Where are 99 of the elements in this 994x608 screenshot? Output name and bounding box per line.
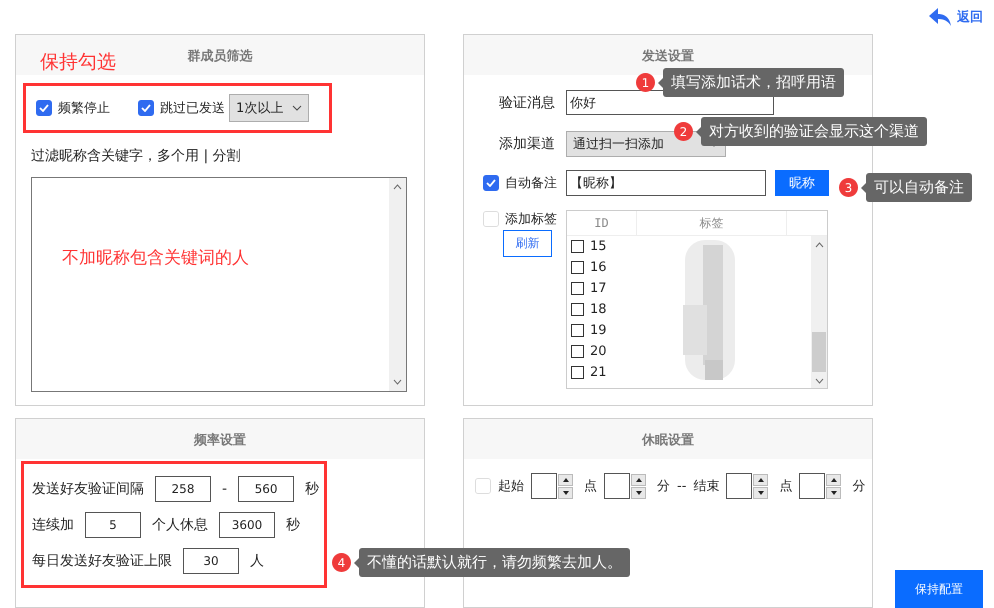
scroll-up-icon[interactable] [814,242,824,248]
checkbox[interactable] [571,366,584,379]
tooltip: 不懂的话默认就行，请勿频繁去加人。 [354,548,630,577]
panel-title: 休眠设置 [642,432,694,449]
scrollbar[interactable] [811,236,827,388]
increment-button[interactable] [631,474,646,486]
down-arrow-icon [758,490,764,494]
refresh-button[interactable]: 刷新 [503,230,552,257]
checkbox-label: 频繁停止 [58,100,110,117]
number-field[interactable]: 258 [155,476,211,502]
scrollbar[interactable] [389,178,406,391]
field-label: -- [677,478,686,494]
down-arrow-icon [830,490,837,494]
check-icon [141,104,151,112]
scroll-down-icon[interactable] [814,378,824,384]
number-field[interactable] [799,473,826,499]
number-field[interactable]: 5 [85,512,141,538]
increment-button[interactable] [753,474,768,486]
checkbox-label: 自动备注 [505,175,557,192]
field-label: 添加渠道 [498,135,556,153]
table-cell: 21 [590,365,607,380]
checkbox[interactable] [138,100,154,116]
column-header: ID [567,211,637,235]
checkbox[interactable] [483,175,499,191]
table-cell: 17 [590,281,607,296]
caret-icon [292,105,302,111]
decrement-button[interactable] [631,486,646,498]
number-field[interactable] [604,473,630,499]
field-label: 分 [852,478,866,495]
table-cell: 20 [590,344,607,359]
checkbox[interactable] [571,282,584,295]
field-label: 人 [250,552,264,570]
number-field[interactable] [726,473,752,499]
keyword-label: 过滤昵称含关键字，多个用 | 分割 [31,147,242,165]
table-cell: 15 [590,239,607,254]
down-arrow-icon [562,490,568,494]
number-field[interactable] [531,473,557,499]
field-label: 每日发送好友验证上限 [32,552,172,570]
up-arrow-icon [636,478,642,482]
number-field[interactable]: 30 [183,548,239,574]
hint-label: 保持勾选 [40,50,116,75]
decrement-button[interactable] [826,486,842,498]
pointer-icon [658,78,663,88]
checkbox[interactable] [571,345,584,358]
checkbox[interactable] [571,303,584,316]
decrement-button[interactable] [753,486,768,498]
field-label: 点 [584,478,597,495]
field-label: 结束 [693,478,720,495]
field-label: 个人休息 [152,516,208,534]
up-arrow-icon [562,478,568,482]
checkbox[interactable] [571,240,584,253]
tooltip: 可以自动备注 [861,173,972,202]
pointer-icon [354,558,359,568]
back-link[interactable]: 返回 [929,8,983,26]
scroll-down-icon[interactable] [393,379,402,385]
count-select[interactable]: 1次以上 [229,94,309,122]
table-cell: 18 [590,302,607,317]
save-button[interactable]: 保持配置 [895,570,983,608]
checkbox[interactable] [571,324,584,337]
up-arrow-icon [830,478,837,482]
down-arrow-icon [636,490,642,494]
up-arrow-icon [758,478,764,482]
checkbox-label: 添加标签 [505,211,557,228]
scroll-up-icon[interactable] [393,184,402,190]
table-cell: 19 [590,323,607,338]
check-icon [39,104,49,112]
field-label: 秒 [286,516,300,534]
panel-title: 频率设置 [194,432,246,449]
keyword-field[interactable]: 不加昵称包含关键词的人 [31,177,407,392]
check-icon [486,179,496,187]
nickname-button[interactable]: 昵称 [775,170,829,196]
back-arrow-icon [929,8,951,26]
number-field[interactable]: 3600 [219,512,275,538]
field-label: 连续加 [32,516,74,534]
table-cell: 16 [590,260,607,275]
field-label: - [222,480,228,496]
pointer-icon [861,182,866,192]
tooltip: 对方收到的验证会显示这个渠道 [696,117,927,146]
panel-title: 群成员筛选 [188,48,252,65]
field-label: 秒 [305,480,320,498]
field-label: 验证消息 [498,94,556,112]
field-label: 点 [779,478,792,495]
tooltip: 填写添加话术，招呼用语 [658,68,844,97]
remark-field[interactable]: 【昵称】 [566,170,766,196]
checkbox[interactable] [571,261,584,274]
increment-button[interactable] [826,474,842,486]
field-label: 发送好友验证间隔 [32,480,144,498]
decrement-button[interactable] [558,486,573,498]
scrollbar-thumb[interactable] [812,332,826,372]
column-header: 标签 [637,211,787,235]
field-label: 分 [657,478,670,495]
checkbox[interactable] [36,100,52,116]
annotation-note: 不加昵称包含关键词的人 [62,248,249,268]
field-label: 起始 [498,478,524,495]
checkbox-label: 跳过已发送 [160,100,225,117]
panel-title: 发送设置 [642,48,694,65]
number-field[interactable]: 560 [238,476,294,502]
increment-button[interactable] [558,474,573,486]
pointer-icon [696,126,701,136]
